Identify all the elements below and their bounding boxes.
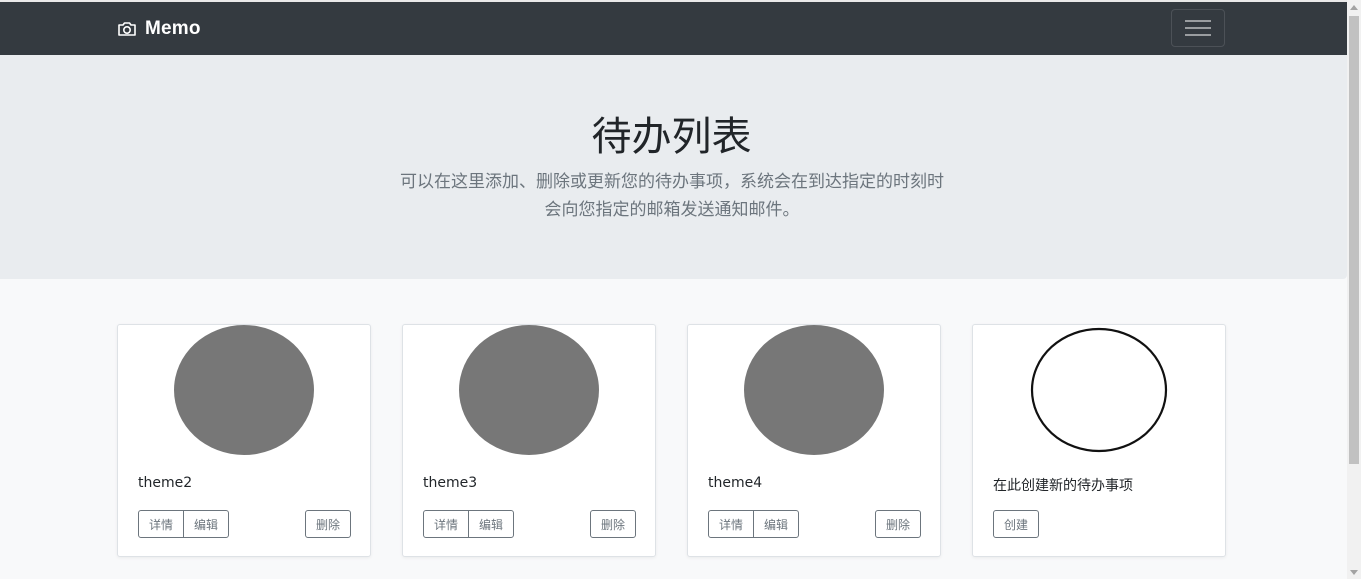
delete-button[interactable]: 删除: [590, 510, 636, 538]
details-button[interactable]: 详情: [708, 510, 754, 538]
scrollbar-thumb[interactable]: [1349, 16, 1359, 464]
card-title: theme2: [138, 475, 193, 491]
card-button-group: 详情 编辑: [138, 510, 229, 538]
todo-card: theme4 详情 编辑 删除: [687, 324, 941, 557]
navbar: Memo: [0, 2, 1347, 55]
navbar-toggler-button[interactable]: [1171, 9, 1225, 47]
card-thumbnail: [174, 325, 314, 455]
scroll-up-arrow-icon[interactable]: [1347, 0, 1361, 14]
delete-button[interactable]: 删除: [875, 510, 921, 538]
details-button[interactable]: 详情: [423, 510, 469, 538]
card-button-group: 详情 编辑: [708, 510, 799, 538]
hamburger-menu-icon: [1185, 20, 1211, 36]
create-button[interactable]: 创建: [993, 510, 1039, 538]
hero-section: 待办列表 可以在这里添加、删除或更新您的待办事项，系统会在到达指定的时刻时 会向…: [0, 55, 1347, 279]
edit-button[interactable]: 编辑: [183, 510, 229, 538]
todo-card: theme2 详情 编辑 删除: [117, 324, 371, 557]
create-card-title: 在此创建新的待办事项: [993, 478, 1133, 494]
camera-icon: [118, 22, 136, 36]
card-thumbnail: [459, 325, 599, 455]
brand-text: Memo: [145, 18, 201, 39]
hero-description: 可以在这里添加、删除或更新您的待办事项，系统会在到达指定的时刻时 会向您指定的邮…: [372, 168, 972, 224]
todo-card: theme3 详情 编辑 删除: [402, 324, 656, 557]
delete-button[interactable]: 删除: [305, 510, 351, 538]
card-title: theme3: [423, 475, 478, 491]
vertical-scrollbar[interactable]: [1347, 0, 1361, 579]
brand-link[interactable]: Memo: [117, 17, 201, 41]
edit-button[interactable]: 编辑: [753, 510, 799, 538]
hero-description-line2: 会向您指定的邮箱发送通知邮件。: [544, 200, 800, 220]
card-title: theme4: [708, 475, 763, 491]
create-todo-card: 在此创建新的待办事项 创建: [972, 324, 1226, 557]
details-button[interactable]: 详情: [138, 510, 184, 538]
scroll-down-arrow-icon[interactable]: [1347, 565, 1361, 579]
edit-button[interactable]: 编辑: [468, 510, 514, 538]
page-title: 待办列表: [591, 114, 752, 160]
card-button-group: 详情 编辑: [423, 510, 514, 538]
hero-description-line1: 可以在这里添加、删除或更新您的待办事项，系统会在到达指定的时刻时: [400, 172, 944, 192]
card-thumbnail: [744, 325, 884, 455]
empty-circle-icon: [1030, 327, 1168, 453]
